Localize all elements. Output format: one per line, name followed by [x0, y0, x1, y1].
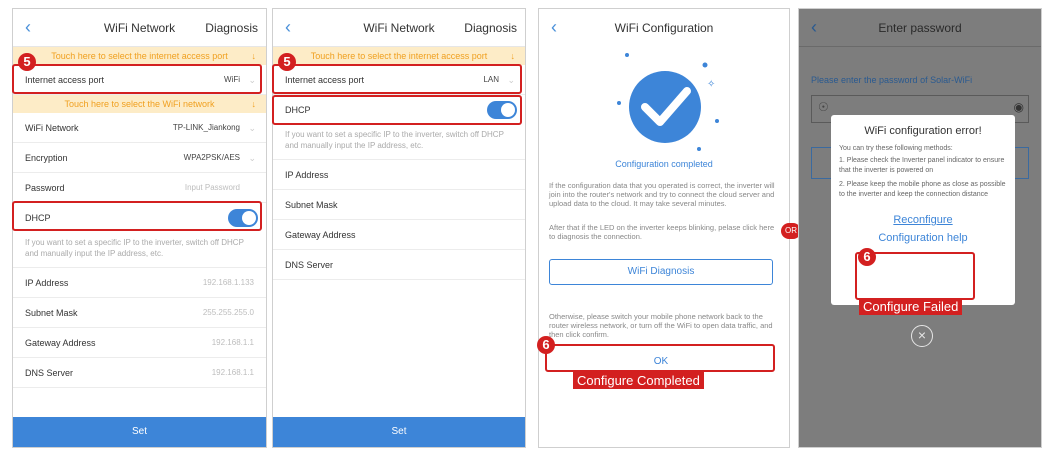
chevron-down-icon: ⌄: [248, 153, 256, 163]
wifi-diagnosis-button[interactable]: WiFi Diagnosis: [549, 259, 773, 285]
wifi-network-banner[interactable]: Touch here to select the WiFi network ↓: [13, 95, 266, 113]
wifi-network-row[interactable]: WiFi Network TP-LINK_Jiankong ⌄: [13, 113, 266, 143]
arrow-down-icon: ↓: [510, 51, 516, 61]
close-icon[interactable]: ×: [911, 325, 933, 347]
gateway-value: 192.168.1.1: [211, 338, 254, 347]
header: ‹ WiFi Network Diagnosis: [13, 9, 266, 47]
banner-text: Touch here to select the WiFi network: [64, 99, 215, 109]
encryption-row[interactable]: Encryption WPA2PSK/AES ⌄: [13, 143, 266, 173]
access-port-banner[interactable]: Touch here to select the internet access…: [13, 47, 266, 65]
chevron-down-icon: ⌄: [248, 123, 256, 133]
header: ‹ WiFi Network Diagnosis: [273, 9, 525, 47]
highlight-access-port: [12, 64, 262, 94]
dns-label: DNS Server: [25, 368, 74, 378]
set-button[interactable]: Set: [273, 417, 525, 447]
subnet-mask-value: 255.255.255.0: [202, 308, 254, 317]
lock-icon: ☉: [818, 100, 829, 114]
ip-address-label: IP Address: [285, 170, 329, 180]
subnet-mask-label: Subnet Mask: [25, 308, 78, 318]
subnet-mask-row[interactable]: Subnet Mask 255.255.255.0: [13, 298, 266, 328]
step-badge: 5: [278, 53, 296, 71]
dhcp-hint: If you want to set a specific IP to the …: [273, 125, 525, 160]
banner-text: Touch here to select the internet access…: [51, 51, 228, 61]
arrow-down-icon: ↓: [251, 99, 257, 109]
configure-failed-callout: Configure Failed: [859, 298, 963, 315]
configuration-help-link[interactable]: Configuration help: [831, 232, 1015, 244]
encryption-label: Encryption: [25, 153, 68, 163]
step-badge: 5: [18, 53, 36, 71]
diagnosis-link[interactable]: Diagnosis: [205, 21, 258, 35]
arrow-down-icon: ↓: [251, 51, 257, 61]
header: ‹ WiFi Configuration: [539, 9, 789, 47]
gateway-row[interactable]: Gateway Address: [273, 220, 525, 250]
method-1: 1. Please check the Inverter panel indic…: [839, 157, 1005, 174]
success-check-icon: ✧: [617, 53, 719, 151]
dns-value: 192.168.1.1: [211, 368, 254, 377]
dns-row[interactable]: DNS Server 192.168.1.1: [13, 358, 266, 388]
password-input[interactable]: Input Password: [185, 173, 240, 203]
dialog-title: WiFi configuration error!: [864, 125, 982, 137]
subnet-mask-label: Subnet Mask: [285, 200, 338, 210]
password-row[interactable]: Password Input Password: [13, 173, 266, 203]
dns-label: DNS Server: [285, 260, 334, 270]
page-title: WiFi Configuration: [614, 21, 714, 35]
highlight-ok: [545, 344, 775, 372]
highlight-dhcp: [12, 201, 262, 231]
gateway-label: Gateway Address: [285, 230, 356, 240]
step-badge: 6: [858, 248, 876, 266]
ip-address-label: IP Address: [25, 278, 69, 288]
dns-row[interactable]: DNS Server: [273, 250, 525, 280]
reconfigure-link[interactable]: Reconfigure: [831, 214, 1015, 226]
wifi-network-value: TP-LINK_Jiankong: [172, 123, 240, 132]
page-title: Enter password: [878, 21, 962, 35]
dialog-intro: You can try these following methods:: [839, 145, 953, 152]
status-text: Configuration completed: [615, 159, 713, 169]
header: ‹ Enter password: [799, 9, 1041, 47]
set-button[interactable]: Set: [13, 417, 266, 447]
ip-address-value: 192.168.1.133: [202, 278, 254, 287]
gateway-label: Gateway Address: [25, 338, 96, 348]
highlight-dhcp: [272, 95, 522, 125]
configure-completed-callout: Configure Completed: [573, 372, 704, 389]
gateway-row[interactable]: Gateway Address 192.168.1.1: [13, 328, 266, 358]
dhcp-hint: If you want to set a specific IP to the …: [13, 233, 266, 268]
screen-enter-password: ‹ Enter password Please enter the passwo…: [798, 8, 1042, 448]
password-label: Password: [25, 183, 65, 193]
svg-text:✧: ✧: [707, 79, 715, 90]
ip-address-row[interactable]: IP Address 192.168.1.133: [13, 268, 266, 298]
password-prompt: Please enter the password of Solar-WiFi: [811, 75, 973, 85]
eye-icon[interactable]: ◉: [1014, 100, 1024, 114]
banner-text: Touch here to select the internet access…: [310, 51, 488, 61]
ip-address-row[interactable]: IP Address: [273, 160, 525, 190]
subnet-mask-row[interactable]: Subnet Mask: [273, 190, 525, 220]
diagnosis-link[interactable]: Diagnosis: [464, 21, 517, 35]
encryption-value: WPA2PSK/AES: [183, 153, 240, 162]
info-paragraph-3: Otherwise, please switch your mobile pho…: [549, 312, 773, 339]
method-2: 2. Please keep the mobile phone as close…: [839, 181, 1006, 198]
info-paragraph-2: After that if the LED on the inverter ke…: [549, 223, 775, 241]
step-badge: 6: [537, 336, 555, 354]
access-port-banner[interactable]: Touch here to select the internet access…: [273, 47, 525, 65]
info-paragraph-1: If the configuration data that you opera…: [549, 181, 775, 208]
highlight-access-port: [272, 64, 522, 94]
wifi-network-label: WiFi Network: [25, 123, 79, 133]
